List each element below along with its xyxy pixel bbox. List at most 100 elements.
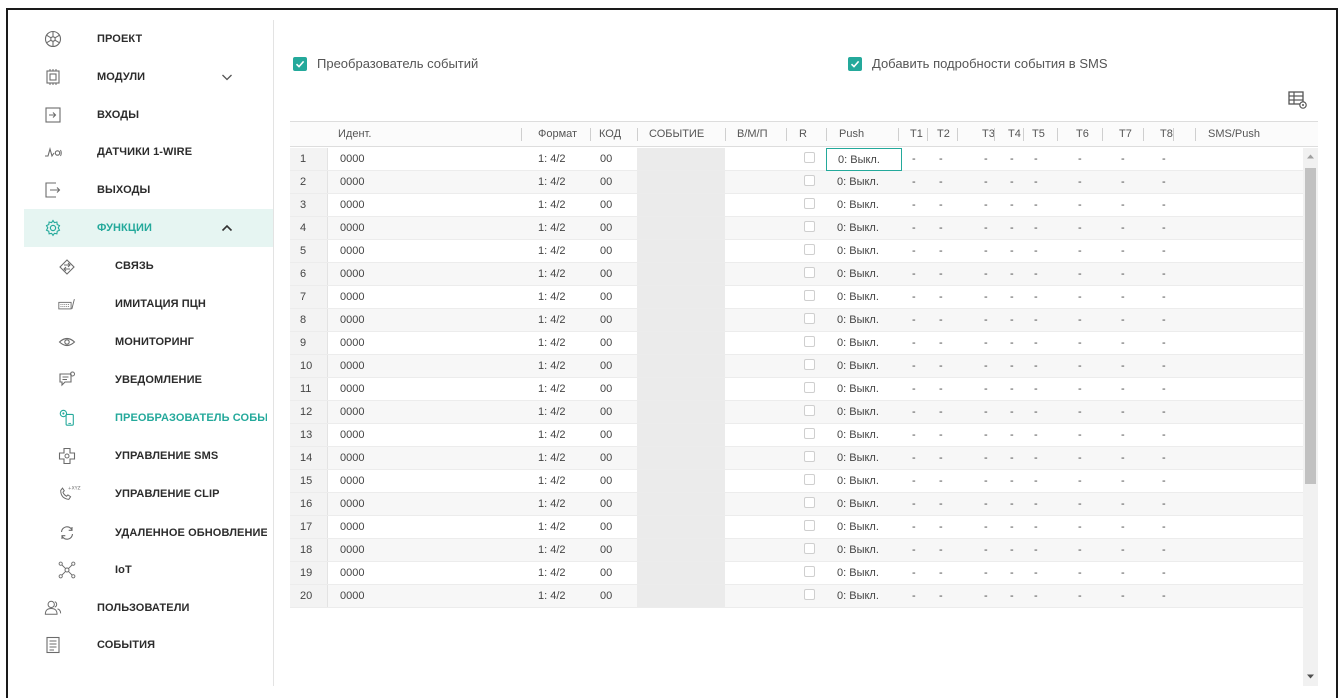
column-divider[interactable]	[1102, 128, 1103, 141]
t4-cell[interactable]: -	[1010, 516, 1014, 538]
r-checkbox[interactable]	[804, 566, 815, 577]
t5-cell[interactable]: -	[1034, 332, 1038, 354]
t2-cell[interactable]: -	[939, 378, 943, 400]
t7-cell[interactable]: -	[1121, 309, 1125, 331]
r-checkbox[interactable]	[804, 543, 815, 554]
code-cell[interactable]: 00	[600, 263, 612, 285]
t5-cell[interactable]: -	[1034, 286, 1038, 308]
event-cell[interactable]	[637, 217, 725, 239]
ident-cell[interactable]: 0000	[340, 240, 364, 262]
t3-cell[interactable]: -	[984, 217, 988, 239]
t6-cell[interactable]: -	[1078, 447, 1082, 469]
t3-cell[interactable]: -	[984, 148, 988, 170]
t2-cell[interactable]: -	[939, 171, 943, 193]
code-cell[interactable]: 00	[600, 585, 612, 607]
table-row[interactable]: 14 0000 1: 4/2 00 0: Выкл. - - - - - - - -	[290, 447, 1303, 470]
r-checkbox[interactable]	[804, 428, 815, 439]
code-cell[interactable]: 00	[600, 470, 612, 492]
sidebar-item-9[interactable]: УВЕДОМЛЕНИЕ	[24, 361, 273, 399]
event-cell[interactable]	[637, 355, 725, 377]
t4-cell[interactable]: -	[1010, 355, 1014, 377]
ident-cell[interactable]: 0000	[340, 171, 364, 193]
table-row[interactable]: 8 0000 1: 4/2 00 0: Выкл. - - - - - - - -	[290, 309, 1303, 332]
r-checkbox[interactable]	[804, 175, 815, 186]
r-checkbox[interactable]	[804, 152, 815, 163]
t6-cell[interactable]: -	[1078, 217, 1082, 239]
t1-cell[interactable]: -	[912, 401, 916, 423]
sidebar-item-4[interactable]: ВЫХОДЫ	[24, 171, 273, 209]
t7-cell[interactable]: -	[1121, 332, 1125, 354]
t1-cell[interactable]: -	[912, 194, 916, 216]
format-cell[interactable]: 1: 4/2	[538, 309, 566, 331]
table-row[interactable]: 18 0000 1: 4/2 00 0: Выкл. - - - - - - - -	[290, 539, 1303, 562]
sms-details-option[interactable]: Добавить подробности события в SMS	[848, 56, 1108, 71]
code-cell[interactable]: 00	[600, 286, 612, 308]
t7-cell[interactable]: -	[1121, 286, 1125, 308]
format-cell[interactable]: 1: 4/2	[538, 539, 566, 561]
column-header-event[interactable]: СОБЫТИЕ	[649, 122, 704, 146]
push-cell[interactable]: 0: Выкл.	[826, 332, 902, 354]
t7-cell[interactable]: -	[1121, 217, 1125, 239]
sidebar-item-0[interactable]: ПРОЕКТ	[24, 20, 273, 58]
event-cell[interactable]	[637, 240, 725, 262]
r-checkbox[interactable]	[804, 405, 815, 416]
sidebar-item-15[interactable]: ПОЛЬЗОВАТЕЛИ	[24, 589, 273, 627]
t5-cell[interactable]: -	[1034, 401, 1038, 423]
t1-cell[interactable]: -	[912, 217, 916, 239]
column-divider[interactable]	[725, 128, 726, 141]
column-divider[interactable]	[826, 128, 827, 141]
t4-cell[interactable]: -	[1010, 378, 1014, 400]
code-cell[interactable]: 00	[600, 539, 612, 561]
t4-cell[interactable]: -	[1010, 217, 1014, 239]
push-cell[interactable]: 0: Выкл.	[826, 470, 902, 492]
chevron-up-icon[interactable]	[220, 221, 234, 235]
push-cell[interactable]: 0: Выкл.	[826, 309, 902, 331]
event-cell[interactable]	[637, 585, 725, 607]
column-header-sms-push[interactable]: SMS/Push	[1208, 122, 1260, 146]
r-checkbox[interactable]	[804, 451, 815, 462]
t8-cell[interactable]: -	[1162, 194, 1166, 216]
t2-cell[interactable]: -	[939, 401, 943, 423]
ident-cell[interactable]: 0000	[340, 493, 364, 515]
sidebar-item-8[interactable]: МОНИТОРИНГ	[24, 323, 273, 361]
table-row[interactable]: 9 0000 1: 4/2 00 0: Выкл. - - - - - - - -	[290, 332, 1303, 355]
t7-cell[interactable]: -	[1121, 447, 1125, 469]
t3-cell[interactable]: -	[984, 585, 988, 607]
push-cell[interactable]: 0: Выкл.	[826, 240, 902, 262]
t2-cell[interactable]: -	[939, 424, 943, 446]
t1-cell[interactable]: -	[912, 240, 916, 262]
column-divider[interactable]	[1057, 128, 1058, 141]
push-cell[interactable]: 0: Выкл.	[826, 562, 902, 584]
push-cell[interactable]: 0: Выкл.	[826, 148, 902, 171]
code-cell[interactable]: 00	[600, 332, 612, 354]
sidebar-item-14[interactable]: IoT	[24, 551, 273, 589]
t5-cell[interactable]: -	[1034, 585, 1038, 607]
t1-cell[interactable]: -	[912, 355, 916, 377]
push-cell[interactable]: 0: Выкл.	[826, 378, 902, 400]
t7-cell[interactable]: -	[1121, 240, 1125, 262]
push-cell[interactable]: 0: Выкл.	[826, 516, 902, 538]
ident-cell[interactable]: 0000	[340, 470, 364, 492]
t3-cell[interactable]: -	[984, 562, 988, 584]
t1-cell[interactable]: -	[912, 171, 916, 193]
table-row[interactable]: 16 0000 1: 4/2 00 0: Выкл. - - - - - - - -	[290, 493, 1303, 516]
format-cell[interactable]: 1: 4/2	[538, 401, 566, 423]
event-cell[interactable]	[637, 493, 725, 515]
table-row[interactable]: 11 0000 1: 4/2 00 0: Выкл. - - - - - - - -	[290, 378, 1303, 401]
t8-cell[interactable]: -	[1162, 355, 1166, 377]
t6-cell[interactable]: -	[1078, 401, 1082, 423]
ident-cell[interactable]: 0000	[340, 539, 364, 561]
format-cell[interactable]: 1: 4/2	[538, 447, 566, 469]
t5-cell[interactable]: -	[1034, 309, 1038, 331]
t7-cell[interactable]: -	[1121, 585, 1125, 607]
r-checkbox[interactable]	[804, 589, 815, 600]
t5-cell[interactable]: -	[1034, 470, 1038, 492]
push-cell[interactable]: 0: Выкл.	[826, 493, 902, 515]
scroll-down-arrow-icon[interactable]	[1306, 672, 1315, 681]
t7-cell[interactable]: -	[1121, 194, 1125, 216]
t5-cell[interactable]: -	[1034, 217, 1038, 239]
column-divider[interactable]	[994, 128, 995, 141]
format-cell[interactable]: 1: 4/2	[538, 562, 566, 584]
ident-cell[interactable]: 0000	[340, 447, 364, 469]
t3-cell[interactable]: -	[984, 539, 988, 561]
